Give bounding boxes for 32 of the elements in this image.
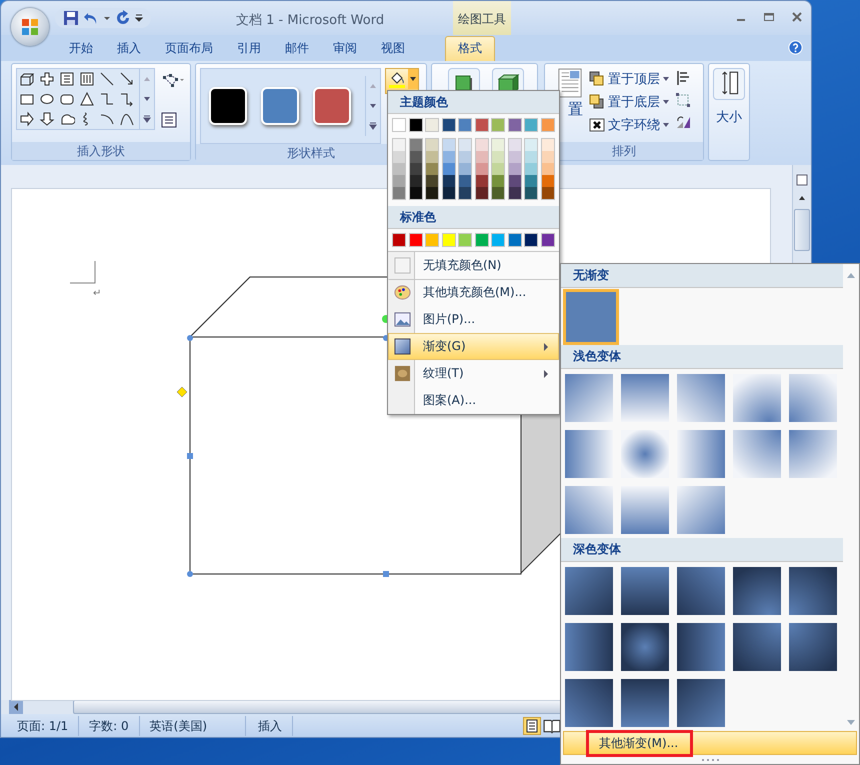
arrange-button[interactable]: 文字环绕 [589,114,669,135]
arrange-button[interactable]: 置于底层 [589,91,669,112]
menu-item[interactable]: 渐变(G) [388,333,559,360]
menu-item[interactable]: 纹理(T) [388,360,559,387]
menu-section-header: 主题颜色 [388,91,559,114]
status-item[interactable]: 字数: 0 [79,716,140,736]
ribbon-tab[interactable]: 插入 [105,37,153,61]
more-gradients-menu-item[interactable]: 其他渐变(M)... [563,731,857,755]
menu-section-header: 标准色 [388,206,559,229]
context-tab-group: 绘图工具 [453,1,511,35]
gallery-section-header: 深色变体 [561,538,843,562]
gallery-section-header: 浅色变体 [561,345,843,369]
ribbon-tab[interactable]: 邮件 [273,37,321,61]
gallery-section-header: 无渐变 [561,264,843,288]
ribbon-tab[interactable]: 开始 [57,37,105,61]
ribbon-tab[interactable]: 审阅 [321,37,369,61]
status-item[interactable]: 页面: 1/1 [7,716,80,736]
menu-item[interactable]: 其他填充颜色(M)... [388,279,559,306]
paragraph-mark: ↵ [93,288,102,299]
status-item[interactable]: 插入 [246,716,294,736]
menu-item[interactable]: 无填充颜色(N) [388,252,559,279]
group-label: 插入形状 [12,142,190,160]
ribbon-tab[interactable]: 引用 [225,37,273,61]
arrange-button[interactable]: 置于顶层 [589,68,669,89]
status-item[interactable]: 英语(美国) [140,716,246,736]
ribbon-tab[interactable]: 格式 [445,36,495,61]
menu-item[interactable]: 图片(P)... [388,306,559,333]
size-button[interactable]: 大小 [713,68,745,126]
window-title: 文档 1 - Microsoft Word [236,12,384,29]
ribbon-tab[interactable]: 视图 [369,37,417,61]
ribbon-tab[interactable]: 页面布局 [153,37,225,61]
menu-item[interactable]: 图案(A)... [388,387,559,414]
